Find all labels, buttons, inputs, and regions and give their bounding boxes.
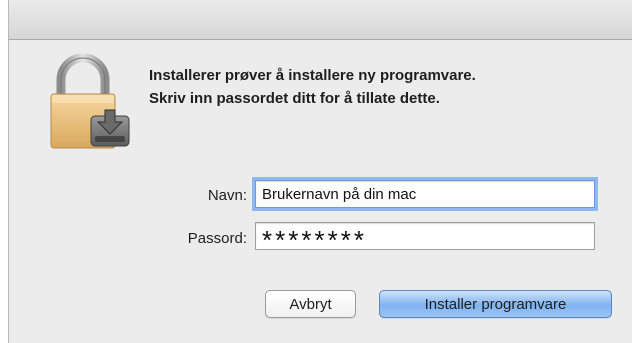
authentication-dialog: Installerer prøver å installere ny progr…: [8, 0, 632, 343]
title-bar: [9, 0, 632, 40]
message-line-1: Installerer prøver å installere ny progr…: [149, 67, 476, 84]
name-label: Navn:: [207, 187, 247, 204]
padlock-installer-icon: [47, 52, 133, 152]
password-field[interactable]: ********: [255, 222, 595, 255]
name-field[interactable]: [255, 180, 595, 208]
dialog-message: Installerer prøver å installere ny progr…: [149, 64, 619, 110]
cancel-button[interactable]: Avbryt: [265, 290, 356, 318]
message-line-2: Skriv inn passordet ditt for å tillate d…: [149, 90, 440, 107]
password-label: Passord:: [187, 230, 247, 247]
install-software-button[interactable]: Installer programvare: [379, 290, 612, 318]
